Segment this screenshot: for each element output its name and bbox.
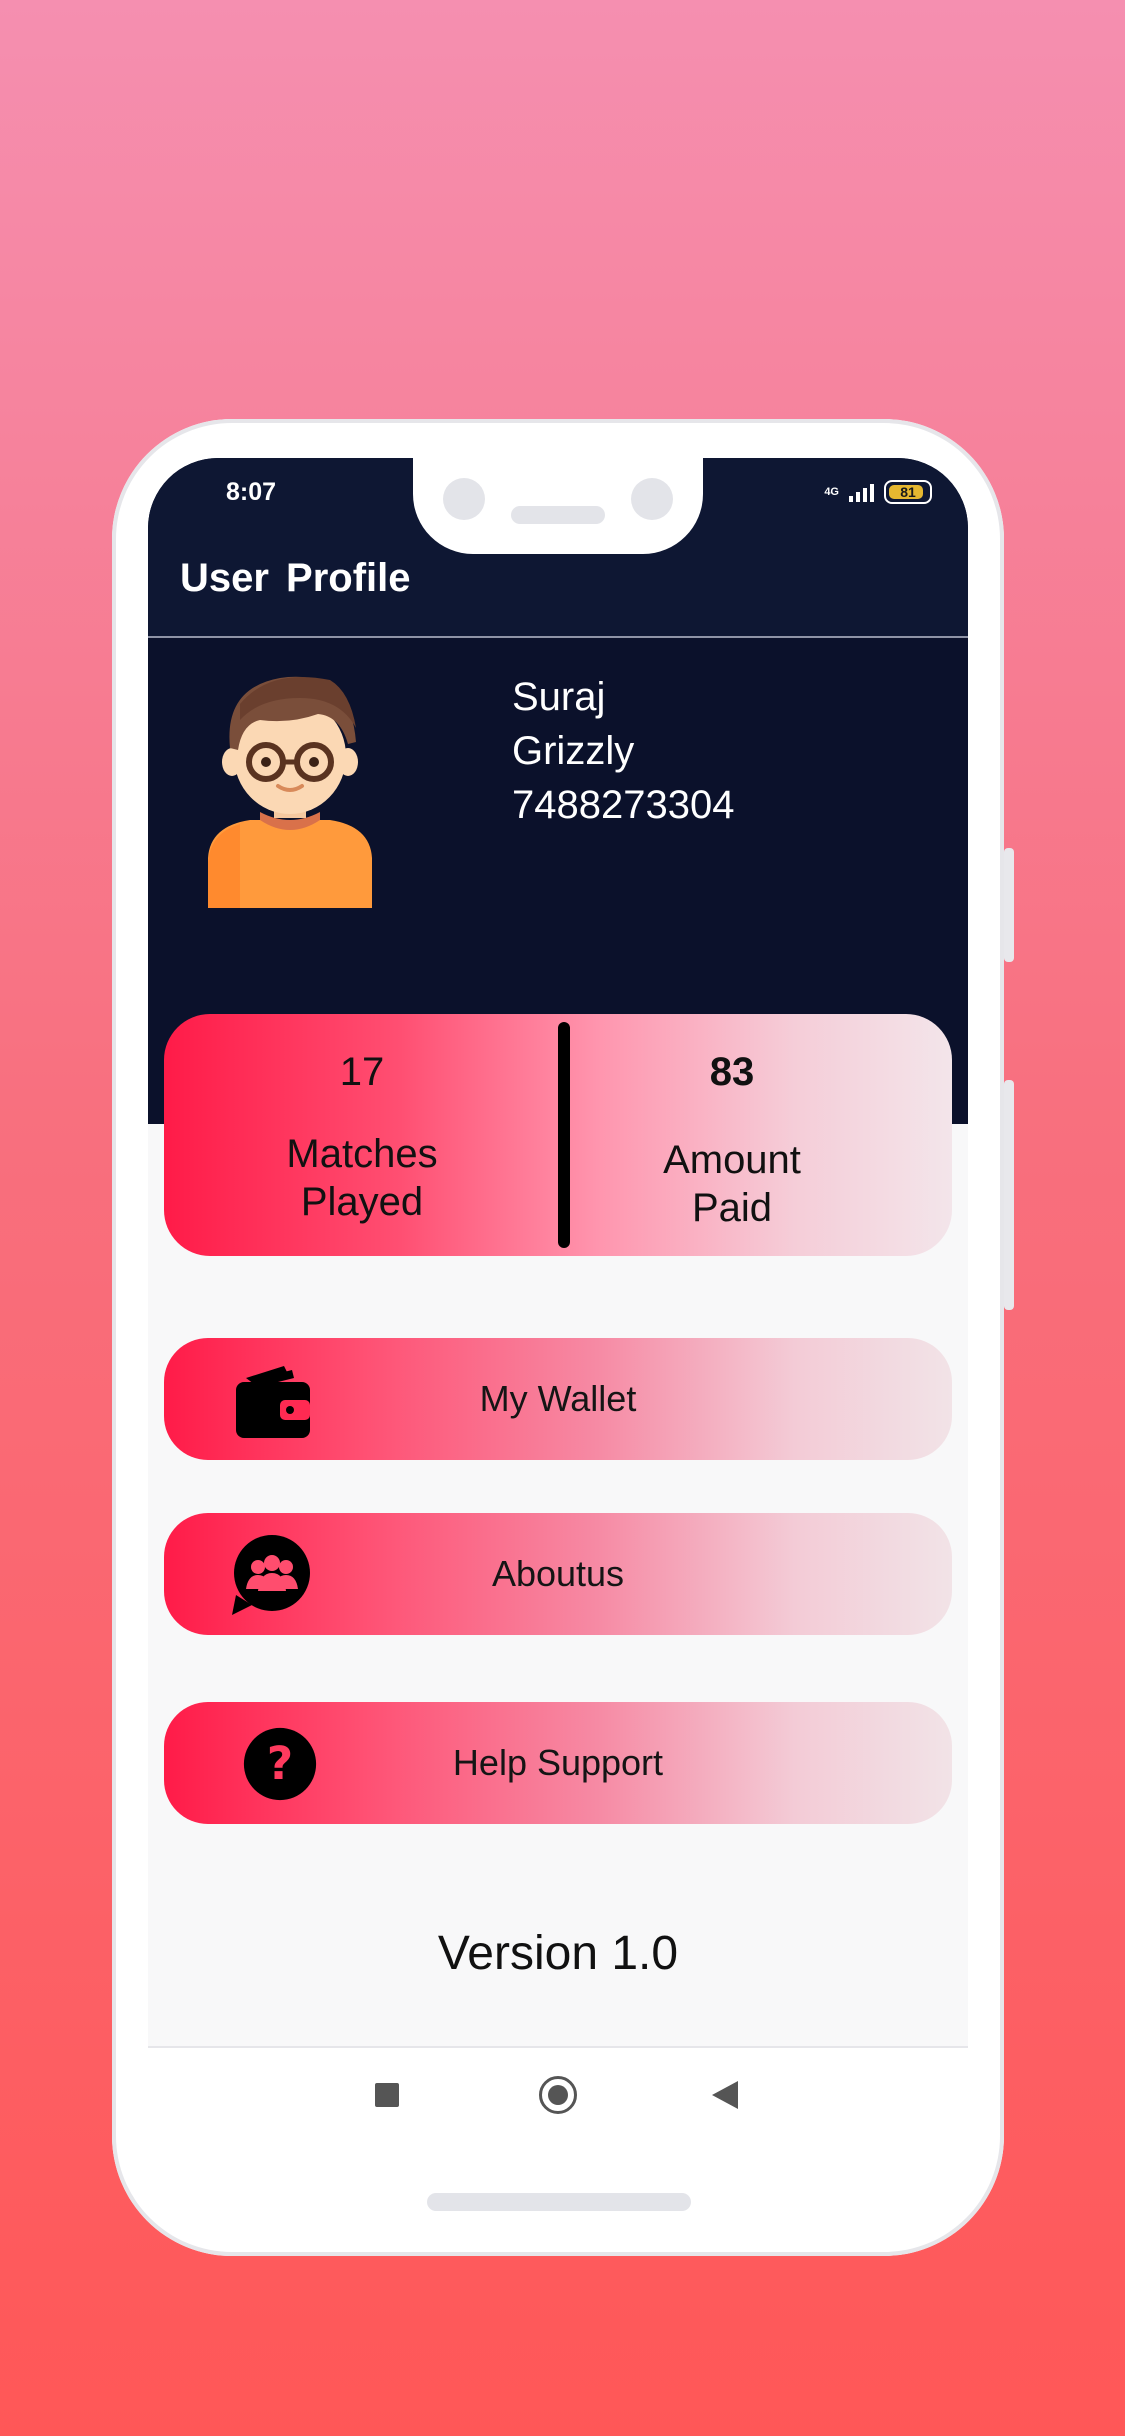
profile-first-name: Suraj (512, 675, 606, 719)
network-indicator: 4G (824, 485, 839, 498)
my-wallet-button[interactable]: My Wallet (164, 1338, 952, 1460)
matches-label-line2: Played (300, 1180, 424, 1224)
amount-label-line2: Paid (691, 1186, 773, 1230)
amount-paid-label: Amount Paid (552, 1136, 912, 1232)
system-nav-divider (148, 2046, 968, 2048)
my-wallet-label: My Wallet (479, 1378, 637, 1419)
earpiece-speaker (511, 506, 605, 524)
matches-played-label: Matches Played (182, 1130, 542, 1226)
app-screen: 8:07 4G 81 User Profile Suraj Grizzly 74… (148, 458, 968, 2048)
camera-notch (413, 458, 703, 554)
profile-phone: 7488273304 (512, 783, 735, 827)
app-version: Version 1.0 (437, 1927, 679, 1980)
profile-details: Suraj Grizzly 7488273304 (512, 670, 734, 832)
page-title: User Profile (180, 556, 411, 600)
battery-level: 81 (900, 484, 916, 500)
help-support-label: Help Support (452, 1742, 664, 1783)
status-icons: 4G 81 (824, 480, 932, 504)
matches-played-stat: 17 Matches Played (182, 1014, 542, 1256)
home-button[interactable] (539, 2076, 577, 2114)
status-time: 8:07 (226, 478, 277, 506)
matches-label-line1: Matches (286, 1132, 438, 1176)
profile-last-name: Grizzly (512, 729, 635, 773)
aboutus-label: Aboutus (491, 1553, 625, 1594)
front-sensor (631, 478, 673, 520)
amount-paid-stat: 83 Amount Paid (552, 1014, 912, 1256)
volume-button (1004, 848, 1014, 962)
avatar (208, 676, 372, 908)
matches-played-value: 17 (339, 1050, 385, 1094)
recents-button[interactable] (375, 2083, 399, 2107)
power-button (1004, 1080, 1014, 1310)
stats-card: 17 Matches Played 83 Amount Paid (164, 1014, 952, 1256)
battery-icon: 81 (884, 480, 932, 504)
signal-icon (849, 482, 874, 502)
amount-label-line1: Amount (663, 1138, 801, 1182)
app-bar: 8:07 4G 81 User Profile (148, 458, 968, 638)
aboutus-button[interactable]: Aboutus (164, 1513, 952, 1635)
gesture-bar[interactable] (427, 2193, 691, 2211)
amount-paid-value: 83 (709, 1050, 755, 1094)
front-camera (443, 478, 485, 520)
back-button[interactable] (712, 2081, 738, 2109)
help-support-button[interactable]: ? Help Support (164, 1702, 952, 1824)
